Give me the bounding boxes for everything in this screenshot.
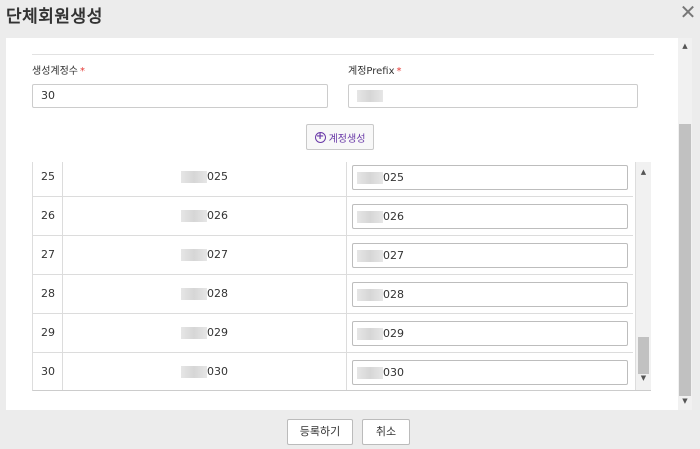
prefix-label: 계정Prefix *	[348, 66, 402, 77]
register-button[interactable]: 등록하기	[287, 419, 353, 445]
required-mark: *	[80, 66, 85, 77]
redacted-text	[357, 90, 383, 102]
scroll-up-icon[interactable]: ▲	[636, 168, 651, 176]
redacted-text	[357, 172, 383, 184]
row-number: 26	[41, 209, 55, 222]
account-id: 026	[181, 197, 228, 235]
account-id: 030	[181, 353, 228, 390]
count-label: 생성계정수 *	[32, 66, 85, 77]
row-number: 27	[41, 248, 55, 261]
account-id: 028	[181, 275, 228, 313]
redacted-text	[357, 211, 383, 223]
scroll-up-icon[interactable]: ▲	[678, 42, 692, 50]
required-mark: *	[396, 66, 402, 77]
table-row: 26 026 026	[33, 197, 633, 236]
account-input[interactable]: 027	[352, 243, 628, 268]
redacted-text	[181, 249, 207, 261]
dialog-body: 생성계정수 * 30 계정Prefix * + 계정생성 25 025 025 26…	[6, 38, 678, 410]
account-id: 025	[181, 162, 228, 196]
account-input[interactable]: 028	[352, 282, 628, 307]
row-number: 30	[41, 365, 55, 378]
generate-account-button[interactable]: + 계정생성	[306, 124, 374, 150]
account-input[interactable]: 030	[352, 360, 628, 385]
scrollbar-thumb[interactable]	[638, 337, 649, 374]
redacted-text	[181, 327, 207, 339]
dialog-scrollbar[interactable]: ▲ ▼	[678, 38, 692, 410]
table-scrollbar[interactable]: ▲ ▼	[635, 162, 651, 390]
row-number: 29	[41, 326, 55, 339]
dialog-title: 단체회원생성	[6, 7, 103, 27]
row-number: 28	[41, 287, 55, 300]
scroll-down-icon[interactable]: ▼	[678, 397, 692, 405]
account-id: 029	[181, 314, 228, 352]
table-row: 25 025 025	[33, 162, 633, 197]
table-row: 29 029 029	[33, 314, 633, 353]
divider	[32, 54, 654, 55]
redacted-text	[181, 210, 207, 222]
redacted-text	[357, 289, 383, 301]
redacted-text	[181, 171, 207, 183]
scroll-down-icon[interactable]: ▼	[636, 374, 651, 382]
account-id: 027	[181, 236, 228, 274]
cancel-button[interactable]: 취소	[362, 419, 410, 445]
account-table: 25 025 025 26 026 026 27 027 027 28 028 …	[32, 162, 651, 391]
row-number: 25	[41, 170, 55, 183]
redacted-text	[181, 366, 207, 378]
redacted-text	[357, 250, 383, 262]
count-input[interactable]: 30	[32, 84, 328, 108]
table-row: 27 027 027	[33, 236, 633, 275]
plus-circle-icon: +	[314, 130, 326, 143]
redacted-text	[357, 328, 383, 340]
redacted-text	[181, 288, 207, 300]
account-input[interactable]: 029	[352, 321, 628, 346]
redacted-text	[357, 367, 383, 379]
prefix-input[interactable]	[348, 84, 638, 108]
table-row: 30 030 030	[33, 353, 633, 390]
account-input[interactable]: 026	[352, 204, 628, 229]
account-input[interactable]: 025	[352, 165, 628, 190]
scrollbar-thumb[interactable]	[679, 124, 691, 396]
close-icon[interactable]: ✕	[678, 1, 698, 23]
table-row: 28 028 028	[33, 275, 633, 314]
